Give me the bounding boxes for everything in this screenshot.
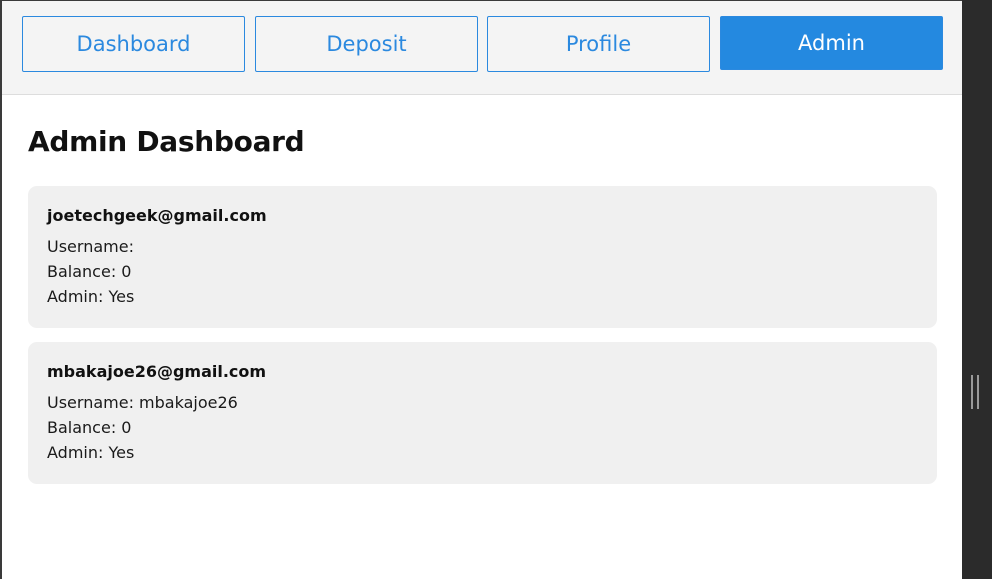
user-balance: Balance: 0 (47, 262, 132, 281)
app-viewport: Dashboard Deposit Profile Admin Admin Da… (0, 0, 962, 579)
user-admin-status: Admin: Yes (47, 287, 135, 306)
top-navbar: Dashboard Deposit Profile Admin (2, 1, 962, 95)
resize-handle[interactable] (971, 375, 979, 409)
nav-deposit-button[interactable]: Deposit (255, 16, 478, 72)
resize-grip-line (971, 375, 973, 409)
user-username: Username: mbakajoe26 (47, 393, 238, 412)
page-title: Admin Dashboard (28, 125, 305, 158)
user-email: mbakajoe26@gmail.com (47, 362, 267, 381)
user-email: joetechgeek@gmail.com (47, 206, 267, 225)
resize-grip-line (977, 375, 979, 409)
nav-dashboard-button[interactable]: Dashboard (22, 16, 245, 72)
user-card: joetechgeek@gmail.com Username: Balance:… (28, 186, 937, 328)
user-username: Username: (47, 237, 134, 256)
user-card: mbakajoe26@gmail.com Username: mbakajoe2… (28, 342, 937, 484)
side-panel-strip (962, 0, 992, 579)
nav-profile-button[interactable]: Profile (487, 16, 710, 72)
user-balance: Balance: 0 (47, 418, 132, 437)
user-admin-status: Admin: Yes (47, 443, 135, 462)
nav-admin-button[interactable]: Admin (720, 16, 943, 70)
